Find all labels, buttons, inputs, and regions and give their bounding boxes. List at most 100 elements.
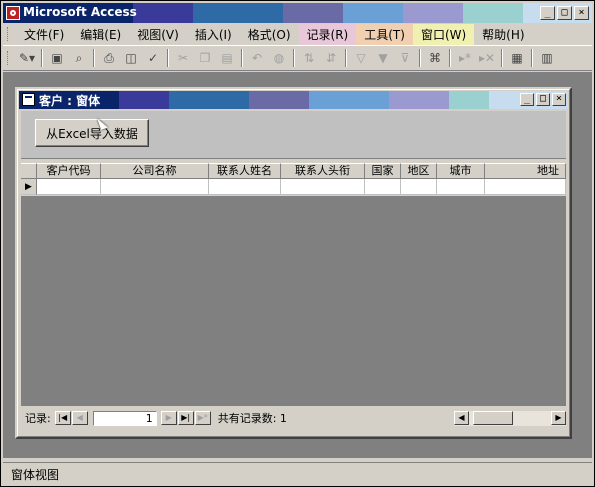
- form-titlebar[interactable]: 客户 : 窗体 _ □ ×: [19, 91, 568, 109]
- cell-country[interactable]: [365, 179, 401, 195]
- select-all-corner[interactable]: [21, 163, 37, 179]
- properties-icon[interactable]: ▦: [507, 48, 527, 68]
- column-header-city[interactable]: 城市: [437, 163, 485, 179]
- new-record-row: ▶: [21, 179, 566, 195]
- print-icon[interactable]: ⎙: [99, 48, 119, 68]
- menu-tools[interactable]: 工具(T): [356, 23, 413, 45]
- title-color-strip: [119, 91, 169, 109]
- sort-descending-icon[interactable]: ⇵: [321, 48, 341, 68]
- title-color-strip: [403, 3, 463, 23]
- scroll-thumb[interactable]: [473, 411, 513, 425]
- search-icon[interactable]: ⌕: [69, 48, 89, 68]
- column-header-row: 客户代码 公司名称 联系人姓名 联系人头衔 国家 地区 城市 地址: [21, 163, 566, 179]
- form-window: 客户 : 窗体 _ □ × 从Excel导入数据 客户代码 公司名称 联系人姓名: [15, 87, 572, 439]
- new-record-nav-icon[interactable]: ▶*: [194, 411, 211, 425]
- column-header-contact-name[interactable]: 联系人姓名: [209, 163, 281, 179]
- close-button[interactable]: ×: [574, 6, 589, 20]
- menu-edit[interactable]: 编辑(E): [72, 24, 129, 45]
- scroll-left-icon[interactable]: ◀: [454, 411, 469, 425]
- menu-view[interactable]: 视图(V): [129, 24, 187, 45]
- cut-icon[interactable]: ✂: [173, 48, 193, 68]
- title-color-strip: [463, 3, 523, 23]
- mdi-workspace: 客户 : 窗体 _ □ × 从Excel导入数据 客户代码 公司名称 联系人姓名: [3, 72, 592, 458]
- current-record-input[interactable]: 1: [92, 410, 157, 426]
- column-header-customer-id[interactable]: 客户代码: [37, 163, 101, 179]
- undo-icon[interactable]: ↶: [247, 48, 267, 68]
- last-record-icon[interactable]: ▶|: [177, 411, 194, 425]
- cell-address[interactable]: [485, 179, 566, 195]
- toolbar-grip[interactable]: [7, 51, 10, 65]
- delete-record-icon[interactable]: ▸✕: [477, 48, 497, 68]
- menu-format[interactable]: 格式(O): [240, 24, 299, 45]
- access-key-icon[interactable]: [6, 6, 20, 20]
- form-title: 客户 : 窗体: [39, 94, 101, 108]
- access-window: Microsoft Access _ □ × 文件(F) 编辑(E) 视图(V)…: [0, 0, 595, 487]
- datasheet: 客户代码 公司名称 联系人姓名 联系人头衔 国家 地区 城市 地址 ▶: [21, 163, 566, 195]
- copy-icon[interactable]: ❐: [195, 48, 215, 68]
- title-color-strip: [169, 91, 249, 109]
- form-minimize-button[interactable]: _: [520, 93, 534, 106]
- form-icon[interactable]: [22, 93, 35, 106]
- record-count: 共有记录数: 1: [217, 412, 287, 425]
- find-icon[interactable]: ⌘: [425, 48, 445, 68]
- database-window-icon[interactable]: ▥: [537, 48, 557, 68]
- record-label: 记录:: [25, 412, 51, 425]
- menu-records[interactable]: 记录(R): [298, 23, 357, 45]
- title-color-strip: [249, 91, 309, 109]
- menu-window[interactable]: 窗口(W): [412, 23, 475, 45]
- cell-contact-name[interactable]: [209, 179, 281, 195]
- menu-file[interactable]: 文件(F): [16, 24, 72, 45]
- title-color-strip: [283, 3, 343, 23]
- menu-bar: 文件(F) 编辑(E) 视图(V) 插入(I) 格式(O) 记录(R) 工具(T…: [3, 23, 592, 45]
- column-header-company-name[interactable]: 公司名称: [101, 163, 209, 179]
- filter-by-selection-icon[interactable]: ▽: [351, 48, 371, 68]
- minimize-button[interactable]: _: [540, 6, 555, 20]
- first-record-icon[interactable]: |◀: [54, 411, 71, 425]
- menubar-grip[interactable]: [7, 27, 10, 41]
- print-preview-icon[interactable]: ◫: [121, 48, 141, 68]
- title-color-strip: [309, 91, 389, 109]
- title-color-strip: [193, 3, 283, 23]
- form-close-button[interactable]: ×: [552, 93, 566, 106]
- column-header-address[interactable]: 地址: [485, 163, 566, 179]
- record-navigator: 记录: |◀ ◀ 1 ▶ ▶| ▶* 共有记录数: 1 ◀ ▶: [21, 409, 566, 427]
- status-bar: 窗体视图: [3, 462, 592, 484]
- column-header-region[interactable]: 地区: [401, 163, 437, 179]
- app-title: Microsoft Access: [23, 5, 137, 19]
- spelling-icon[interactable]: ✓: [143, 48, 163, 68]
- apply-filter-icon[interactable]: ⊽: [395, 48, 415, 68]
- title-color-strip: [343, 3, 403, 23]
- cell-customer-id[interactable]: [37, 179, 101, 195]
- form-restore-button[interactable]: □: [536, 93, 550, 106]
- paste-icon[interactable]: ▤: [217, 48, 237, 68]
- form-window-controls: _ □ ×: [520, 93, 566, 106]
- cell-contact-title[interactable]: [281, 179, 365, 195]
- save-icon[interactable]: ▣: [47, 48, 67, 68]
- menu-insert[interactable]: 插入(I): [187, 24, 240, 45]
- window-controls: _ □ ×: [540, 6, 589, 20]
- next-record-icon[interactable]: ▶: [160, 411, 177, 425]
- filter-by-form-icon[interactable]: ▼: [373, 48, 393, 68]
- horizontal-scrollbar[interactable]: ◀ ▶: [454, 410, 566, 426]
- restore-button[interactable]: □: [557, 6, 572, 20]
- hyperlink-icon[interactable]: ◍: [269, 48, 289, 68]
- column-header-contact-title[interactable]: 联系人头衔: [281, 163, 365, 179]
- import-from-excel-button[interactable]: 从Excel导入数据: [35, 119, 149, 147]
- app-titlebar[interactable]: Microsoft Access _ □ ×: [3, 3, 592, 23]
- cell-city[interactable]: [437, 179, 485, 195]
- design-view-icon[interactable]: ✎▾: [17, 48, 37, 68]
- scroll-right-icon[interactable]: ▶: [551, 411, 566, 425]
- title-color-strip: [389, 91, 449, 109]
- title-color-strip: [133, 3, 193, 23]
- form-header: 从Excel导入数据: [21, 111, 566, 159]
- cell-region[interactable]: [401, 179, 437, 195]
- previous-record-icon[interactable]: ◀: [71, 411, 88, 425]
- new-record-icon[interactable]: ▸*: [455, 48, 475, 68]
- record-selector-arrow-icon[interactable]: ▶: [21, 179, 37, 195]
- form-view-toolbar: ✎▾ ▣ ⌕ ⎙ ◫ ✓ ✂ ❐ ▤ ↶ ◍ ⇅ ⇵ ▽ ▼ ⊽ ⌘ ▸* ▸✕…: [3, 45, 592, 71]
- cell-company-name[interactable]: [101, 179, 209, 195]
- menu-help[interactable]: 帮助(H): [474, 24, 532, 45]
- title-color-strip: [449, 91, 489, 109]
- column-header-country[interactable]: 国家: [365, 163, 401, 179]
- sort-ascending-icon[interactable]: ⇅: [299, 48, 319, 68]
